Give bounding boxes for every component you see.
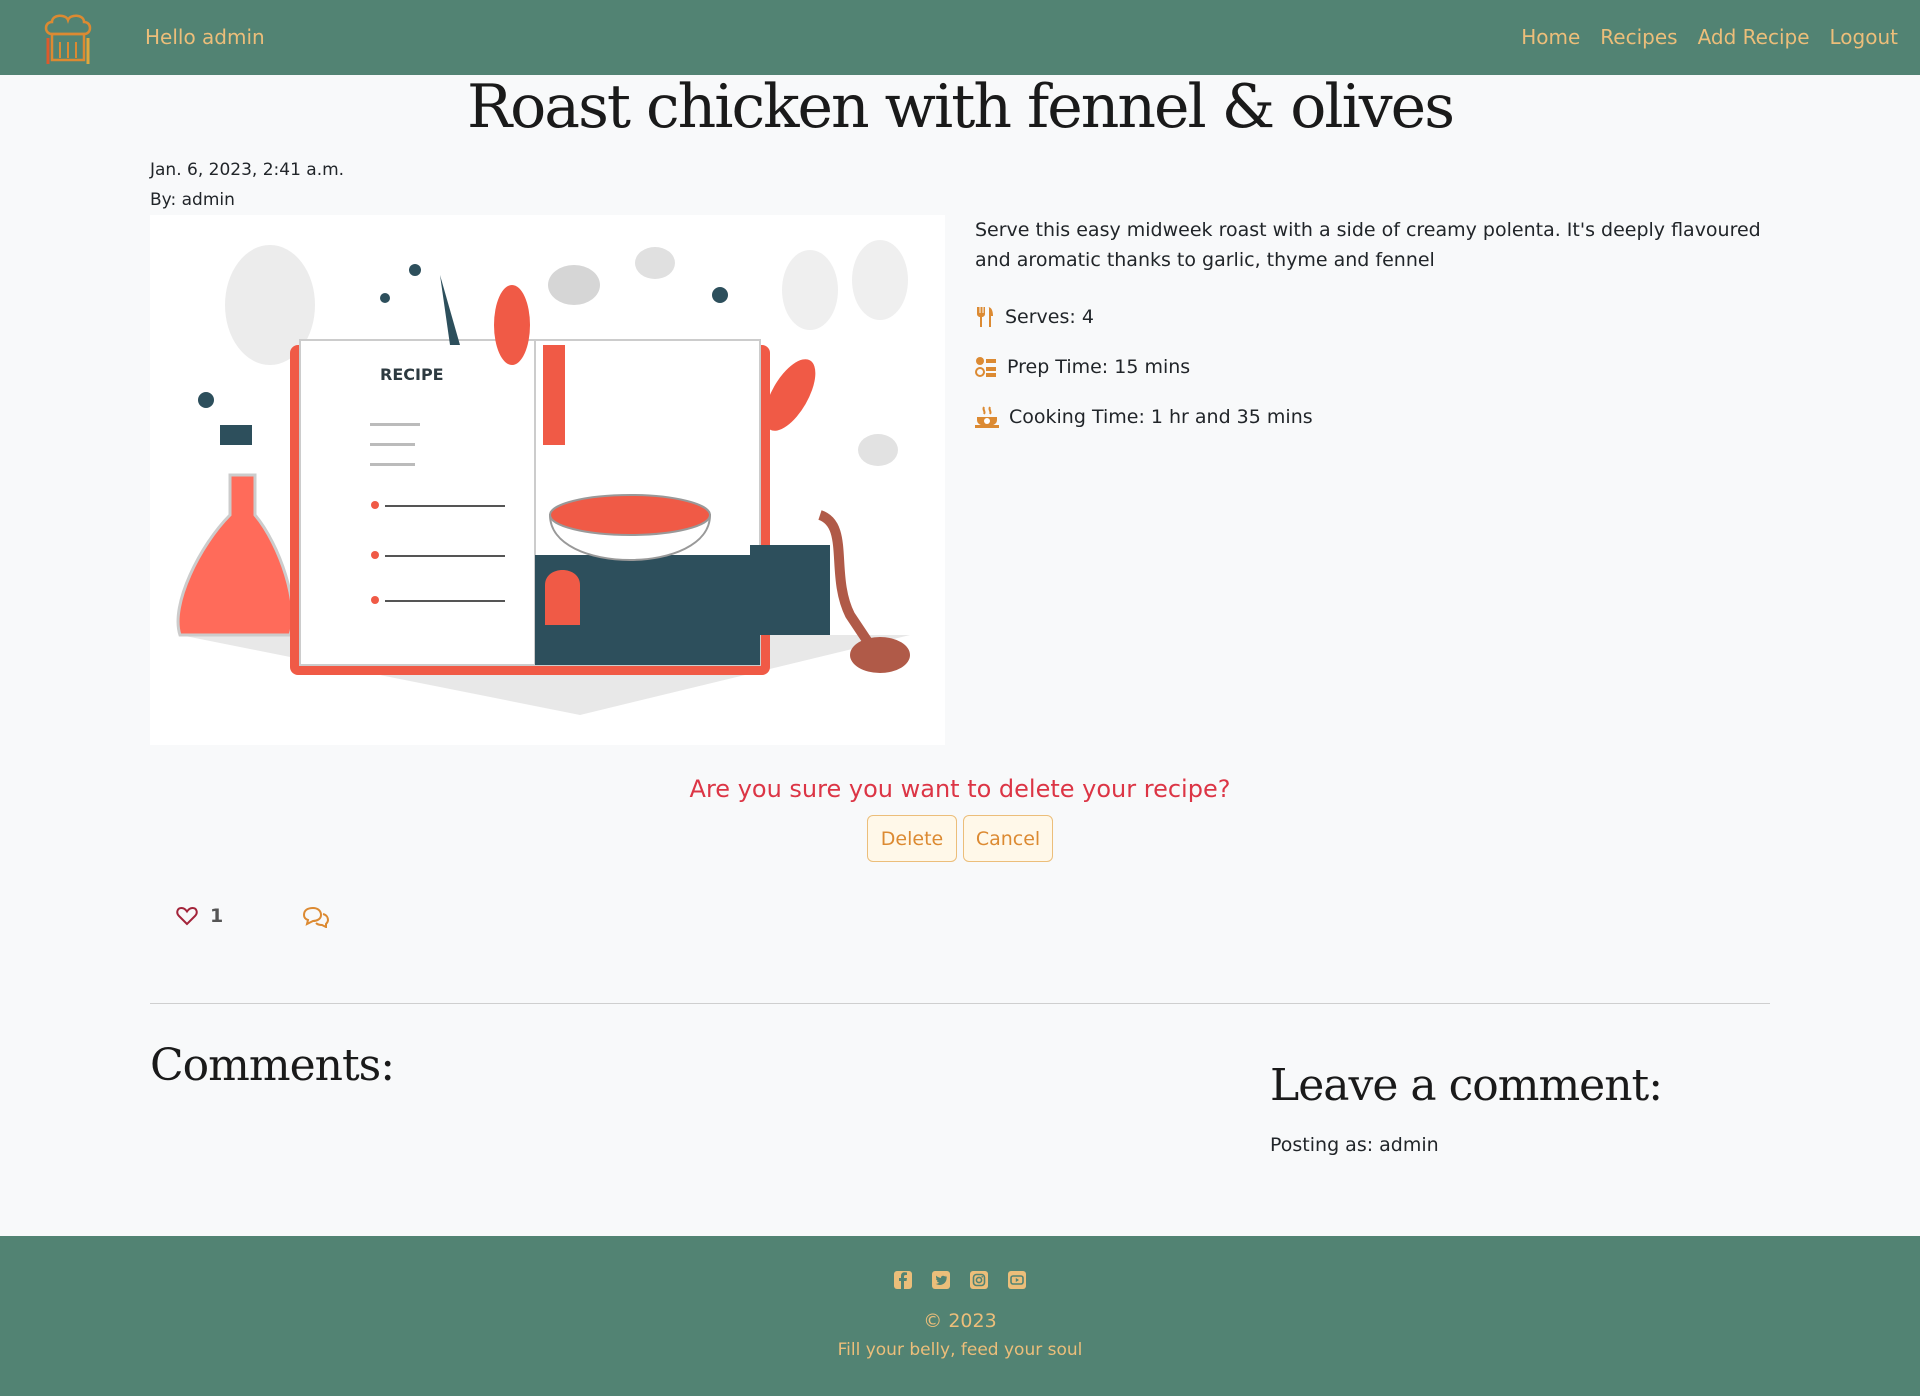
leave-comment-heading: Leave a comment: (1270, 1060, 1663, 1111)
prep-time-text: Prep Time: 15 mins (1007, 356, 1191, 378)
serves-info: Serves: 4 (975, 306, 1094, 328)
like-count: 1 (210, 905, 224, 927)
utensils-icon (977, 307, 993, 327)
nav-link-logout[interactable]: Logout (1830, 25, 1898, 49)
cooking-time-info: Cooking Time: 1 hr and 35 mins (975, 406, 1313, 428)
recipe-author: By: admin (150, 190, 235, 210)
navbar: Hello admin Home Recipes Add Recipe Logo… (0, 0, 1920, 75)
delete-confirmation-actions: Delete Cancel (0, 815, 1920, 862)
copyright-text: © 2023 (923, 1310, 997, 1332)
cancel-button[interactable]: Cancel (963, 815, 1053, 862)
nav-links: Home Recipes Add Recipe Logout (1521, 25, 1898, 49)
like-section: 1 (176, 905, 223, 927)
posting-as-text: Posting as: admin (1270, 1134, 1439, 1156)
serves-text: Serves: 4 (1005, 306, 1094, 328)
prep-list-icon (975, 357, 996, 377)
nav-link-add-recipe[interactable]: Add Recipe (1698, 25, 1810, 49)
footer: © 2023 Fill your belly, feed your soul (0, 1236, 1920, 1396)
recipe-label-text: RECIPE (380, 365, 444, 384)
cooking-pot-icon (975, 406, 999, 428)
heart-icon[interactable] (176, 906, 198, 926)
comments-heading: Comments: (150, 1040, 395, 1091)
facebook-icon[interactable] (893, 1270, 913, 1290)
delete-button[interactable]: Delete (867, 815, 957, 862)
recipe-title: Roast chicken with fennel & olives (467, 72, 1455, 142)
social-links (0, 1270, 1920, 1290)
cooking-time-text: Cooking Time: 1 hr and 35 mins (1009, 406, 1313, 428)
recipe-date: Jan. 6, 2023, 2:41 a.m. (150, 160, 345, 180)
delete-confirmation-text: Are you sure you want to delete your rec… (689, 775, 1231, 803)
chef-hat-logo-icon[interactable] (40, 12, 96, 66)
footer-tagline: Fill your belly, feed your soul (837, 1340, 1083, 1360)
recipe-book-illustration: RECIPE (176, 240, 910, 715)
section-divider (150, 1003, 1770, 1004)
greeting-text: Hello admin (145, 25, 265, 49)
comments-icon[interactable] (302, 906, 330, 928)
instagram-icon[interactable] (969, 1270, 989, 1290)
nav-link-home[interactable]: Home (1521, 25, 1580, 49)
twitter-icon[interactable] (931, 1270, 951, 1290)
recipe-description: Serve this easy midweek roast with a sid… (975, 219, 1761, 271)
prep-time-info: Prep Time: 15 mins (975, 356, 1190, 378)
recipe-image: RECIPE (150, 215, 945, 745)
youtube-icon[interactable] (1007, 1270, 1027, 1290)
nav-link-recipes[interactable]: Recipes (1600, 25, 1677, 49)
